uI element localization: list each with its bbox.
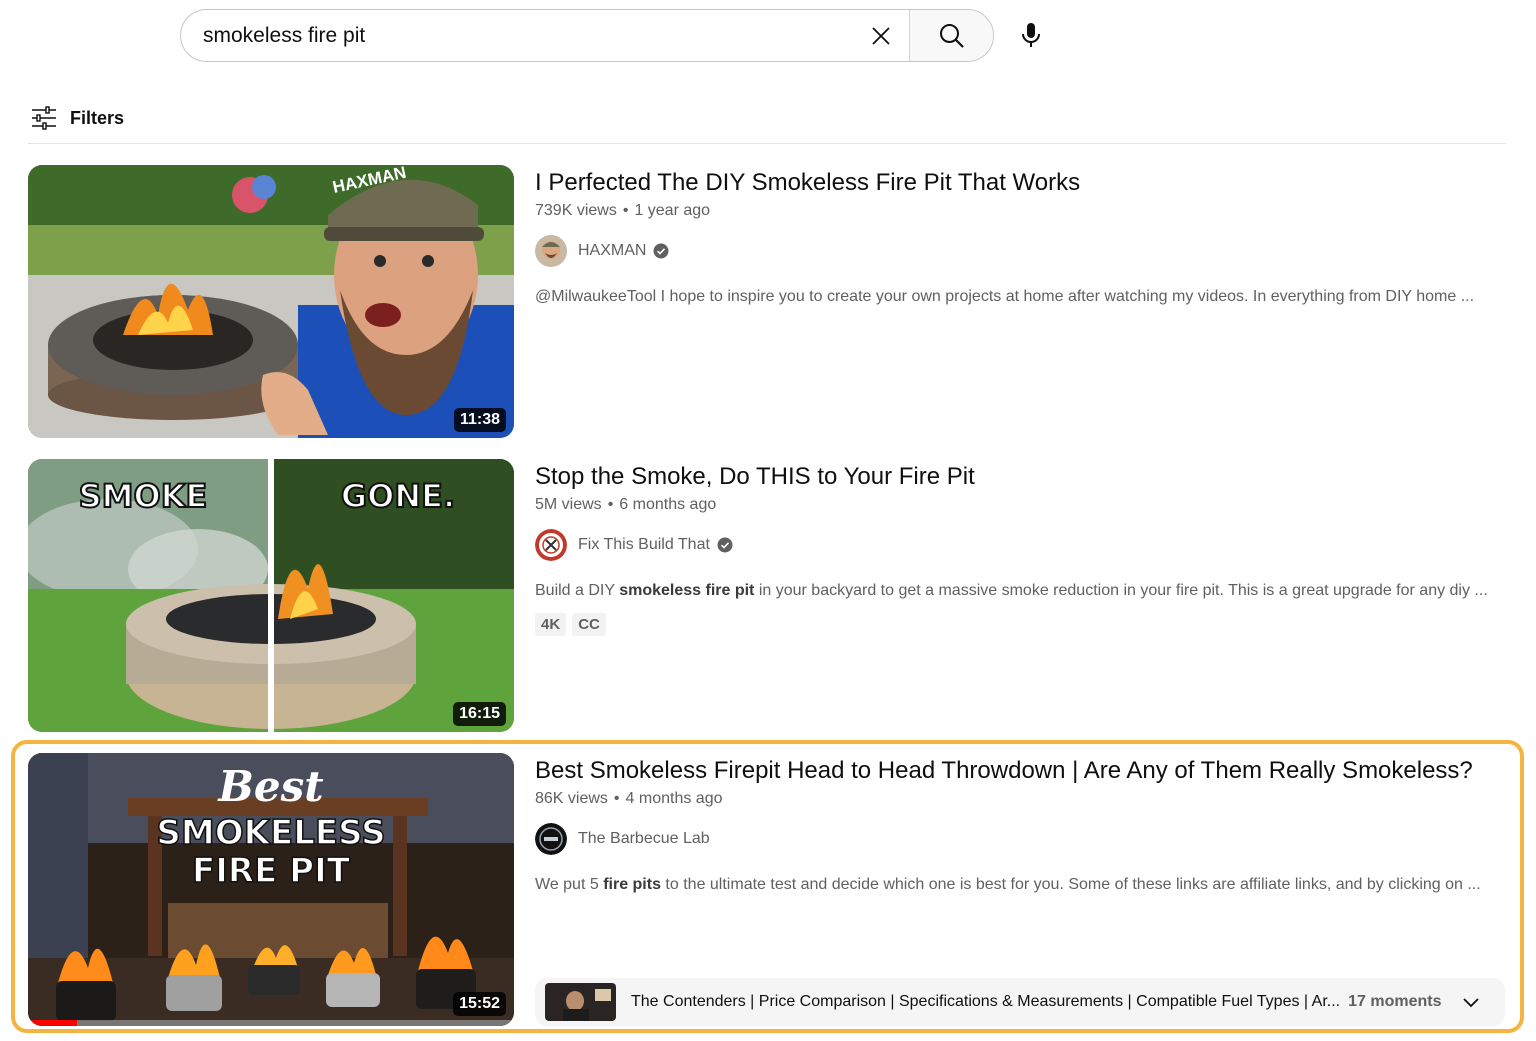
channel-link[interactable]: HAXMAN: [535, 235, 1505, 267]
channel-avatar: [535, 235, 567, 267]
video-meta: 739K views • 1 year ago: [535, 202, 1505, 220]
watch-progress-bar: [28, 1020, 514, 1026]
clear-search-button[interactable]: [853, 10, 909, 61]
video-info: Stop the Smoke, Do THIS to Your Fire Pit…: [535, 459, 1505, 636]
verified-icon: [653, 243, 669, 259]
video-thumbnail[interactable]: SMOKE GONE. 16:15: [28, 459, 514, 732]
thumbnail-text-smokeless: SMOKELESS: [156, 813, 385, 853]
filters-button[interactable]: Filters: [30, 102, 124, 134]
search-box: [180, 9, 994, 62]
description-text: Build a DIY: [535, 582, 620, 599]
close-icon: [872, 26, 890, 45]
video-result: SMOKE GONE. 16:15 Stop the Smoke, Do THI…: [28, 459, 1508, 732]
moments-thumbnail: [545, 983, 616, 1021]
thumbnail-image: Best SMOKELESS FIRE PIT: [28, 753, 514, 1026]
video-title[interactable]: I Perfected The DIY Smokeless Fire Pit T…: [535, 165, 1505, 200]
video-thumbnail[interactable]: Best SMOKELESS FIRE PIT 15:52: [28, 753, 514, 1026]
video-result: HAXMAN 11:38 I Perfected The DIY Smokele…: [28, 165, 1508, 438]
description-text: to the ultimate test and decide which on…: [660, 876, 1481, 893]
thumbnail-image: HAXMAN: [28, 165, 514, 438]
channel-name: The Barbecue Lab: [578, 830, 710, 847]
upload-age: 4 months ago: [625, 790, 723, 807]
video-info: I Perfected The DIY Smokeless Fire Pit T…: [535, 165, 1505, 306]
channel-link[interactable]: The Barbecue Lab: [535, 823, 1505, 855]
filters-label: Filters: [70, 107, 125, 128]
chevron-down-icon[interactable]: [1459, 990, 1483, 1014]
verified-icon: [717, 537, 733, 553]
description-text: We put 5: [535, 876, 604, 893]
thumbnail-image: SMOKE GONE.: [28, 459, 514, 732]
sliders-icon: [32, 106, 56, 130]
video-duration: 15:52: [453, 992, 506, 1016]
voice-search-button[interactable]: [1008, 12, 1054, 58]
video-description: Build a DIY smokeless fire pit in your b…: [535, 582, 1495, 600]
search-button[interactable]: [909, 10, 993, 61]
meta-separator: •: [613, 790, 620, 807]
key-moments-text: The Contenders | Price Comparison | Spec…: [631, 993, 1341, 1010]
video-info: Best Smokeless Firepit Head to Head Thro…: [535, 753, 1505, 894]
divider: [28, 143, 1506, 144]
view-count: 86K views: [535, 790, 608, 807]
video-description: @MilwaukeeTool I hope to inspire you to …: [535, 288, 1475, 305]
video-duration: 11:38: [453, 408, 506, 432]
video-thumbnail[interactable]: HAXMAN 11:38: [28, 165, 514, 438]
video-duration: 16:15: [453, 702, 506, 726]
thumbnail-right-text: GONE.: [341, 477, 455, 515]
video-result: Best SMOKELESS FIRE PIT 15:52 Best Smoke…: [28, 753, 1508, 1026]
video-meta: 5M views • 6 months ago: [535, 496, 1505, 514]
channel-name: Fix This Build That: [578, 536, 710, 553]
view-count: 739K views: [535, 202, 617, 219]
channel-avatar: [535, 529, 567, 561]
upload-age: 1 year ago: [634, 202, 711, 219]
microphone-icon: [1022, 23, 1040, 47]
thumbnail-text-fire-pit: FIRE PIT: [192, 851, 351, 891]
video-meta: 86K views • 4 months ago: [535, 790, 1505, 808]
meta-separator: •: [622, 202, 629, 219]
video-title[interactable]: Stop the Smoke, Do THIS to Your Fire Pit: [535, 459, 1505, 494]
description-text: in your backyard to get a massive smoke …: [754, 582, 1488, 599]
badge-4k: 4K: [535, 613, 567, 636]
channel-avatar: [535, 823, 567, 855]
description-highlight: fire pits: [603, 876, 661, 893]
key-moments-count: 17 moments: [1348, 993, 1442, 1010]
badge-row: 4K CC: [535, 613, 1505, 636]
video-description: We put 5 fire pits to the ultimate test …: [535, 876, 1495, 894]
video-title[interactable]: Best Smokeless Firepit Head to Head Thro…: [535, 753, 1505, 788]
meta-separator: •: [607, 496, 614, 513]
view-count: 5M views: [535, 496, 602, 513]
key-moments-row[interactable]: The Contenders | Price Comparison | Spec…: [535, 978, 1505, 1026]
upload-age: 6 months ago: [619, 496, 717, 513]
search-input[interactable]: [181, 10, 853, 61]
thumbnail-left-text: SMOKE: [79, 477, 208, 515]
watch-progress-fill: [28, 1020, 77, 1026]
channel-link[interactable]: Fix This Build That: [535, 529, 1505, 561]
channel-name: HAXMAN: [578, 242, 647, 259]
thumbnail-text-best: Best: [217, 762, 323, 811]
description-highlight: smokeless fire pit: [619, 582, 755, 599]
badge-cc: CC: [572, 613, 606, 636]
search-icon: [939, 23, 964, 48]
